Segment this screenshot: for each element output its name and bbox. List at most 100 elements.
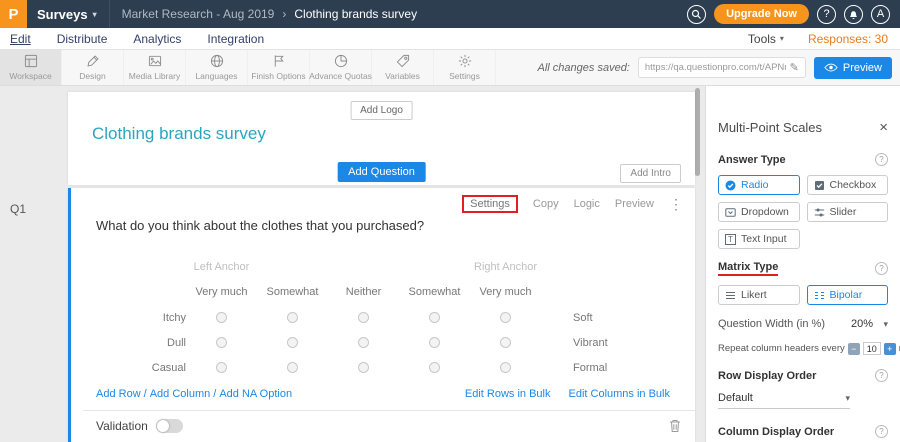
- row-left-label[interactable]: Casual: [71, 362, 186, 374]
- question-text[interactable]: What do you think about the clothes that…: [96, 218, 424, 233]
- tab-analytics[interactable]: Analytics: [133, 32, 181, 46]
- radio-option[interactable]: [429, 337, 440, 348]
- search-button[interactable]: [687, 5, 706, 24]
- help-icon[interactable]: ?: [875, 425, 888, 438]
- bell-icon: [848, 9, 859, 20]
- toolbar-item-languages[interactable]: Languages: [186, 50, 248, 85]
- answer-type-radio[interactable]: Radio: [718, 175, 800, 195]
- vertical-scrollbar[interactable]: [695, 88, 700, 176]
- radio-option[interactable]: [216, 362, 227, 373]
- design-icon: [86, 54, 100, 68]
- radio-option[interactable]: [500, 337, 511, 348]
- radio-option[interactable]: [358, 362, 369, 373]
- surveys-menu[interactable]: Surveys ▾: [27, 0, 109, 28]
- toolbar-item-media-library[interactable]: Media Library: [124, 50, 186, 85]
- questionpro-logo[interactable]: P: [0, 0, 27, 28]
- row-left-label[interactable]: Dull: [71, 337, 186, 349]
- tab-integration[interactable]: Integration: [207, 32, 264, 46]
- toolbar-item-advance-quotas[interactable]: Advance Quotas: [310, 50, 372, 85]
- breadcrumb-project[interactable]: Market Research - Aug 2019: [122, 7, 275, 21]
- edit-url-pencil-icon[interactable]: ✎: [790, 61, 799, 74]
- radio-option[interactable]: [358, 312, 369, 323]
- survey-url-field[interactable]: ✎: [638, 57, 806, 78]
- radio-option[interactable]: [216, 337, 227, 348]
- question-copy-button[interactable]: Copy: [533, 198, 559, 210]
- matrix-row: Casual Formal: [71, 355, 695, 380]
- tab-distribute[interactable]: Distribute: [57, 32, 108, 46]
- toolbar-item-variables[interactable]: Variables: [372, 50, 434, 85]
- tools-menu[interactable]: Tools ▾: [748, 32, 784, 46]
- matrix-type-bipolar[interactable]: Bipolar: [807, 285, 889, 305]
- row-display-order-dropdown[interactable]: Default ▾: [718, 392, 850, 409]
- toolbar-item-workspace[interactable]: Workspace: [0, 50, 62, 85]
- question-preview-button[interactable]: Preview: [615, 198, 654, 210]
- radio-option[interactable]: [358, 337, 369, 348]
- add-na-option-link[interactable]: Add NA Option: [219, 388, 292, 400]
- radio-option[interactable]: [287, 362, 298, 373]
- help-icon[interactable]: ?: [875, 153, 888, 166]
- chevron-down-icon: ▾: [93, 10, 97, 19]
- radio-option[interactable]: [216, 312, 227, 323]
- answer-type-slider[interactable]: Slider: [807, 202, 889, 222]
- workspace-icon: [24, 54, 38, 68]
- answer-type-checkbox[interactable]: Checkbox: [807, 175, 889, 195]
- delete-question-button[interactable]: [669, 419, 681, 433]
- add-column-link[interactable]: Add Column: [150, 388, 211, 400]
- answer-type-text-input[interactable]: T Text Input: [718, 229, 800, 249]
- preview-button[interactable]: Preview: [814, 57, 892, 79]
- survey-editor-canvas: Q1 Add Logo Clothing brands survey Add Q…: [0, 86, 705, 442]
- radio-option[interactable]: [429, 312, 440, 323]
- quotas-pie-icon: [334, 54, 348, 68]
- toolbar-item-finish-options[interactable]: Finish Options: [248, 50, 310, 85]
- option-label: Dropdown: [741, 206, 789, 218]
- toolbar-item-settings[interactable]: Settings: [434, 50, 496, 85]
- chevron-down-icon[interactable]: ▾: [883, 319, 888, 330]
- chevron-down-icon: ▾: [845, 393, 850, 404]
- radio-option[interactable]: [287, 312, 298, 323]
- add-logo-button[interactable]: Add Logo: [350, 101, 413, 120]
- edit-rows-in-bulk-link[interactable]: Edit Rows in Bulk: [465, 388, 551, 400]
- chevron-down-icon: ▾: [780, 34, 784, 43]
- add-row-link[interactable]: Add Row: [96, 388, 141, 400]
- survey-title[interactable]: Clothing brands survey: [92, 124, 266, 144]
- help-button[interactable]: ?: [817, 5, 836, 24]
- help-icon[interactable]: ?: [875, 369, 888, 382]
- row-right-label[interactable]: Soft: [573, 312, 593, 324]
- help-icon[interactable]: ?: [875, 262, 888, 275]
- radio-check-icon: [725, 180, 736, 191]
- validation-toggle[interactable]: [156, 419, 183, 433]
- bipolar-matrix: Left Anchor Right Anchor Very much Somew…: [71, 255, 695, 380]
- row-left-label[interactable]: Itchy: [71, 312, 186, 324]
- notifications-button[interactable]: [844, 5, 863, 24]
- row-right-label[interactable]: Formal: [573, 362, 607, 374]
- matrix-type-likert[interactable]: Likert: [718, 285, 800, 305]
- responses-count[interactable]: Responses: 30: [808, 32, 888, 46]
- repeat-headers-input[interactable]: [863, 342, 881, 355]
- increment-button[interactable]: +: [884, 343, 896, 355]
- account-avatar[interactable]: A: [871, 5, 890, 24]
- survey-url-input[interactable]: [645, 62, 786, 73]
- radio-option[interactable]: [500, 312, 511, 323]
- add-intro-button[interactable]: Add Intro: [620, 164, 681, 183]
- answer-type-dropdown[interactable]: Dropdown: [718, 202, 800, 222]
- question-settings-button[interactable]: Settings: [462, 195, 518, 213]
- column-header: Neither: [328, 286, 399, 298]
- question-width-setting: Question Width (in %) 20% ▾: [718, 318, 888, 330]
- edit-columns-in-bulk-link[interactable]: Edit Columns in Bulk: [569, 388, 671, 400]
- radio-option[interactable]: [287, 337, 298, 348]
- add-question-button[interactable]: Add Question: [337, 162, 426, 182]
- toolbar-item-design[interactable]: Design: [62, 50, 124, 85]
- radio-option[interactable]: [429, 362, 440, 373]
- close-icon[interactable]: ×: [879, 120, 888, 135]
- question-width-value[interactable]: 20%: [851, 318, 873, 330]
- radio-option[interactable]: [500, 362, 511, 373]
- toolbar-right: All changes saved: ✎ Preview: [538, 50, 900, 85]
- anchor-row: Left Anchor Right Anchor: [71, 255, 695, 279]
- decrement-button[interactable]: −: [848, 343, 860, 355]
- tab-edit[interactable]: Edit: [10, 32, 31, 46]
- question-logic-button[interactable]: Logic: [574, 198, 600, 210]
- survey-section-nav: Edit Distribute Analytics Integration To…: [0, 28, 900, 50]
- upgrade-now-button[interactable]: Upgrade Now: [714, 4, 809, 24]
- kebab-menu-icon[interactable]: ⋮: [669, 196, 683, 213]
- row-right-label[interactable]: Vibrant: [573, 337, 608, 349]
